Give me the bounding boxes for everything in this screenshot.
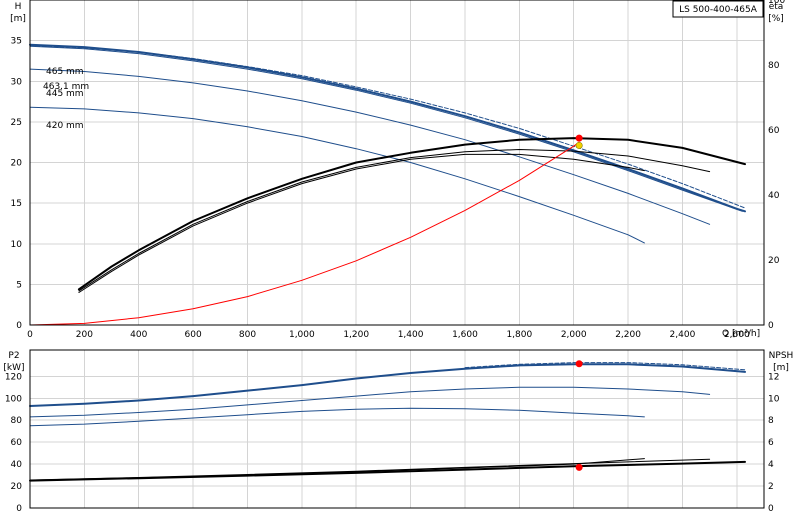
y-tick-label: 5 (16, 280, 22, 290)
curve-label-445mm: 445 mm (46, 89, 84, 99)
x-tick-label: 1,800 (506, 330, 532, 340)
top-left-axis-title: H (15, 2, 22, 12)
power-npsh-operating-point-1 (575, 463, 583, 471)
bottom-left-axis-title: P2 (8, 351, 19, 361)
y-tick-label: 15 (11, 199, 22, 209)
head-eta-series-0 (29, 43, 746, 213)
head-efficiency-curves (29, 43, 746, 326)
power-npsh-series-3 (29, 407, 645, 427)
y-tick-label: 10 (11, 240, 23, 250)
x-tick-label: 2,400 (670, 330, 696, 340)
y-tick-label: 20 (11, 159, 23, 169)
y-tick-label: 35 (11, 37, 22, 47)
x-tick-label: 1,600 (452, 330, 478, 340)
y-tick-label: 30 (11, 77, 23, 87)
y-tick-label: 25 (11, 118, 22, 128)
power-npsh-series-2 (29, 386, 711, 418)
y2-tick-label: 40 (768, 191, 780, 201)
x-tick-label: 0 (27, 330, 33, 340)
x-tick-label: 1,000 (289, 330, 315, 340)
p2-tick-label: 20 (11, 482, 23, 492)
power-npsh-operating-point-0 (575, 360, 583, 368)
head-eta-series-2 (29, 45, 743, 212)
head-eta-operating-point-0 (575, 134, 583, 142)
power-npsh-series-6 (29, 458, 711, 481)
p2-tick-label: 0 (16, 504, 22, 514)
y-tick-label: 0 (16, 321, 22, 331)
power-npsh-series-5 (29, 458, 645, 482)
pump-curve-chart: 0 200 400 600 800 1,000 1,200 1,400 1,600 1,800 2,… (3, 0, 794, 514)
x-tick-label: 2,000 (561, 330, 587, 340)
p2-tick-label: 80 (11, 416, 23, 426)
p2-tick-label: 60 (11, 438, 23, 448)
y2-tick-label: 80 (768, 61, 780, 71)
top-right-axis-title: eta (769, 2, 784, 12)
head-eta-series-1 (29, 45, 746, 209)
y2-tick-label: 20 (768, 256, 780, 266)
bottom-right-axis-title: NPSH (769, 351, 794, 361)
p2-tick-label: 100 (5, 394, 22, 404)
x-tick-label: 2,200 (615, 330, 641, 340)
npsh-tick-label: 4 (768, 460, 774, 470)
x-tick-label: 200 (76, 330, 93, 340)
top-grid (29, 0, 764, 326)
head-eta-series-7 (78, 153, 645, 293)
bottom-left-axis-unit: [kW] (3, 363, 24, 373)
y2-tick-label: 0 (768, 321, 774, 331)
head-eta-series-6 (78, 149, 711, 292)
curve-label-420mm: 420 mm (46, 121, 84, 131)
x-tick-label: 800 (239, 330, 256, 340)
power-npsh-series-0 (29, 363, 746, 407)
y2-tick-label: 60 (768, 126, 780, 136)
head-eta-series-8 (29, 141, 580, 326)
head-eta-series-5 (77, 137, 746, 291)
model-label: LS 500-400-465A (679, 5, 758, 15)
x-tick-label: 1,200 (343, 330, 369, 340)
top-left-axis-unit: [m] (10, 14, 26, 24)
x-tick-label: 400 (130, 330, 147, 340)
npsh-tick-label: 6 (768, 438, 774, 448)
npsh-tick-label: 10 (768, 394, 780, 404)
top-right-axis-unit: [%] (768, 14, 784, 24)
npsh-tick-label: 12 (768, 372, 779, 382)
head-eta-series-4 (29, 106, 645, 244)
tick-labels: 0 200 400 600 800 1,000 1,200 1,400 1,600 1,800 2,… (5, 0, 786, 514)
npsh-tick-label: 8 (768, 416, 774, 426)
bottom-right-axis-unit: [m] (773, 363, 789, 373)
x-axis-title: Q [m³/h] (722, 329, 760, 339)
x-tick-label: 1,400 (398, 330, 424, 340)
p2-tick-label: 40 (11, 460, 23, 470)
p2-tick-label: 120 (5, 372, 22, 382)
head-eta-operating-point-1 (575, 141, 583, 149)
npsh-tick-label: 2 (768, 482, 774, 492)
curve-label-465mm: 465 mm (46, 67, 84, 77)
x-tick-label: 600 (185, 330, 202, 340)
npsh-tick-label: 0 (768, 504, 774, 514)
